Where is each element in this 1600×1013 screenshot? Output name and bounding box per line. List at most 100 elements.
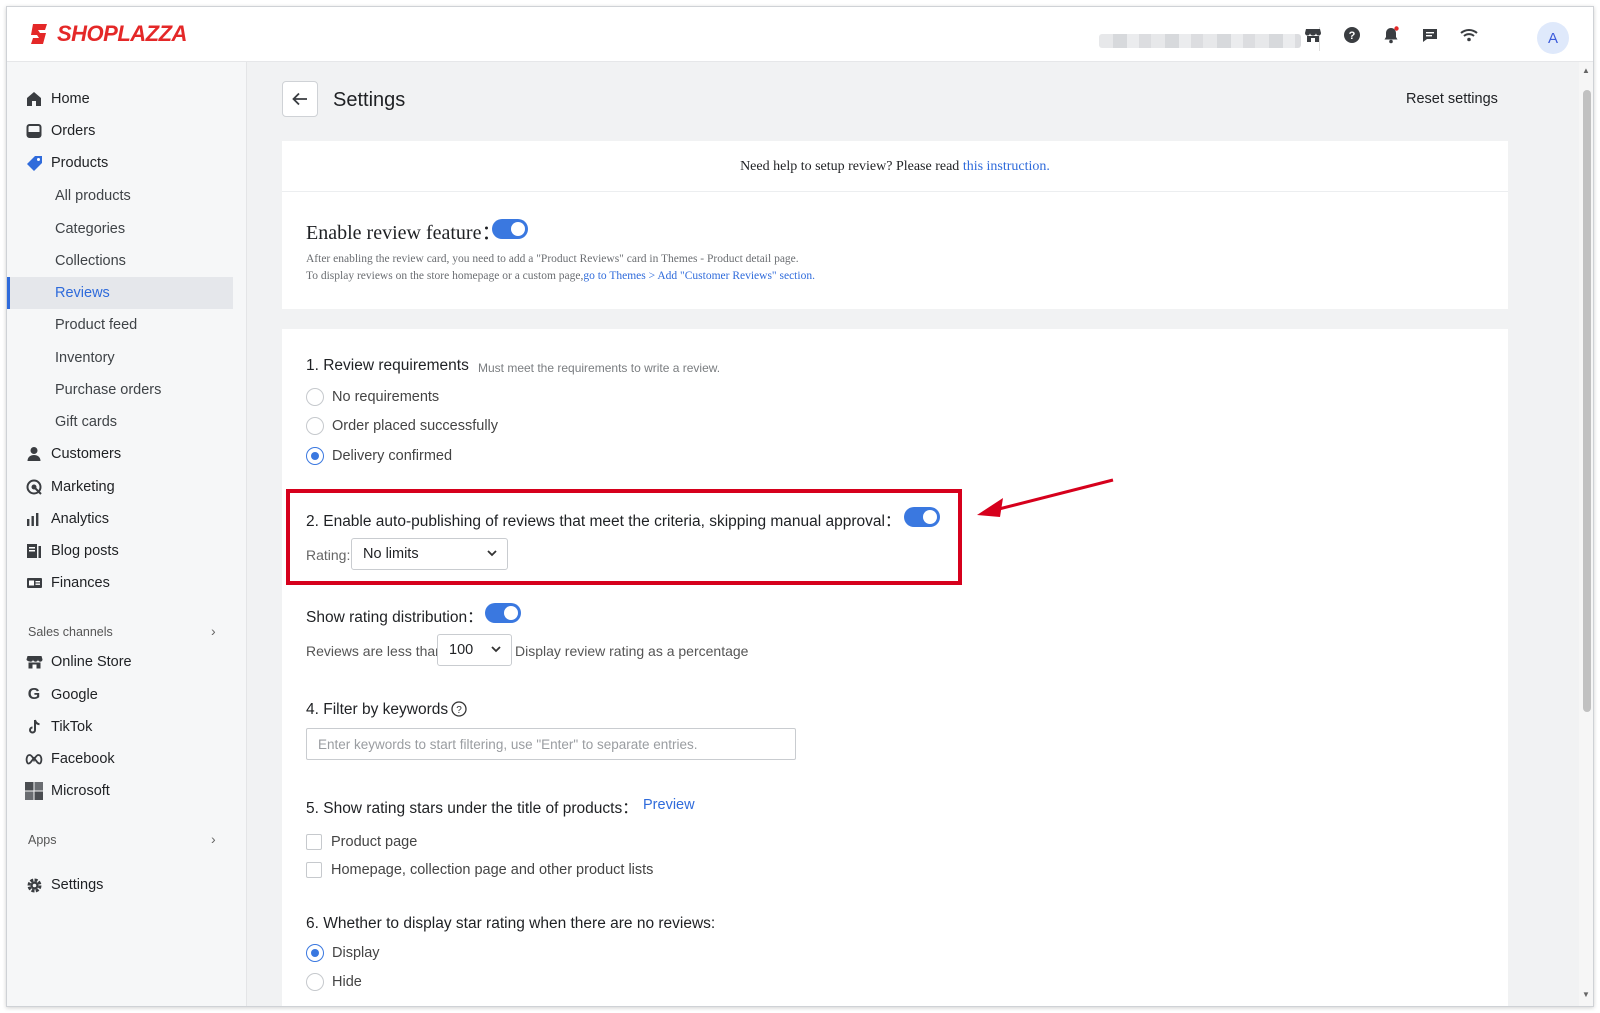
sidebar-item-online-store[interactable]: Online Store [7,646,233,678]
checkbox[interactable] [306,862,322,878]
shoplazza-logo[interactable]: SHOPLAZZA [29,21,187,47]
sidebar-item-label: Purchase orders [55,382,162,398]
microsoft-icon [25,782,43,800]
sidebar-item-label: Facebook [51,751,115,767]
sidebar-item-label: Orders [51,123,96,139]
sidebar-item-categories[interactable]: Categories [7,213,233,245]
distribution-threshold-select[interactable]: 100 [437,634,512,666]
radio-order-placed[interactable]: Order placed successfully [306,417,498,435]
sidebar-item-label: Online Store [51,654,132,670]
distribution-toggle[interactable] [485,603,521,623]
sidebar-item-google[interactable]: G Google [7,679,233,711]
question-circle-icon[interactable]: ? [451,701,467,717]
scroll-thumb[interactable] [1583,90,1591,712]
sidebar-item-label: Products [51,155,109,171]
page-scrollbar[interactable]: ▲ ▼ [1579,62,1593,1006]
sidebar-item-gift-cards[interactable]: Gift cards [7,406,233,438]
sidebar-item-blog-posts[interactable]: Blog posts [7,535,233,567]
sidebar-item-all-products[interactable]: All products [7,180,233,212]
app-window: SHOPLAZZA ? A Home Orders Products All p… [6,6,1594,1007]
sidebar-item-facebook[interactable]: Facebook [7,743,233,775]
sidebar-item-orders[interactable]: Orders [7,115,233,147]
checkbox-homepage-lists[interactable]: Homepage, collection page and other prod… [306,862,653,878]
page-title: Settings [333,89,406,111]
tiktok-icon [25,718,43,736]
sidebar-item-label: Blog posts [51,543,119,559]
wifi-icon[interactable] [1457,23,1481,47]
instruction-link[interactable]: this instruction. [963,159,1050,174]
sidebar-item-microsoft[interactable]: Microsoft [7,775,233,807]
enable-review-toggle[interactable] [492,219,528,239]
sidebar-item-label: Product feed [55,317,138,333]
radio-hide[interactable]: Hide [306,973,362,991]
checkbox-product-page[interactable]: Product page [306,834,417,850]
radio-label: Delivery confirmed [332,448,453,464]
sidebar-item-label: Collections [55,253,126,269]
main-content: Settings Reset settings Need help to set… [247,62,1593,1006]
tag-icon [25,154,43,172]
preview-link[interactable]: Preview [643,797,695,813]
review-settings-card: 1. Review requirements Must meet the req… [282,329,1508,1006]
bell-icon[interactable] [1379,23,1403,47]
scroll-down-icon[interactable]: ▼ [1582,990,1590,999]
sidebar-item-label: Marketing [51,479,115,495]
requirements-title: 1. Review requirements [306,357,469,374]
radio-button[interactable] [306,417,324,435]
sidebar-item-reviews[interactable]: Reviews [7,277,233,309]
meta-icon [25,750,43,768]
scroll-up-icon[interactable]: ▲ [1582,66,1590,75]
distribution-title: Show rating distribution： [306,609,483,626]
keywords-input[interactable] [306,728,796,760]
radio-no-requirements[interactable]: No requirements [306,388,439,406]
radio-delivery-confirmed[interactable]: Delivery confirmed [306,447,452,465]
store-name-blurred[interactable] [1099,34,1301,48]
radio-button[interactable] [306,388,324,406]
sidebar-item-purchase-orders[interactable]: Purchase orders [7,374,233,406]
radio-display[interactable]: Display [306,944,380,962]
enable-review-label: Enable review feature： [306,222,502,244]
sidebar-item-label: Microsoft [51,783,110,799]
distribution-threshold-value: 100 [449,642,474,658]
help-text: Need help to setup review? Please read [740,159,963,174]
blog-icon [25,542,43,560]
sidebar-item-label: Analytics [51,511,110,527]
sidebar-item-customers[interactable]: Customers [7,438,233,470]
sidebar-item-marketing[interactable]: Marketing [7,471,233,503]
sidebar-item-label: TikTok [51,719,93,735]
radio-button[interactable] [306,973,324,991]
enable-note-2-text: To display reviews on the store homepage… [306,270,584,282]
sidebar-item-finances[interactable]: Finances [7,567,233,599]
help-icon[interactable]: ? [1340,23,1364,47]
sidebar-item-home[interactable]: Home [7,83,233,115]
store-icon [25,653,43,671]
chevron-right-icon[interactable]: › [211,831,216,847]
finances-icon [25,574,43,592]
avatar[interactable]: A [1537,22,1569,54]
apps-heading: Apps [28,833,57,847]
radio-label: No requirements [332,389,440,405]
svg-text:?: ? [1349,30,1356,42]
sidebar-item-label: Gift cards [55,414,118,430]
chat-icon[interactable] [1418,23,1442,47]
sidebar-item-label: Customers [51,446,122,462]
checkbox-label: Homepage, collection page and other prod… [331,862,654,878]
radio-button-selected[interactable] [306,944,324,962]
checkbox[interactable] [306,834,322,850]
themes-link[interactable]: go to Themes > Add "Customer Reviews" se… [583,270,815,282]
sidebar-item-products[interactable]: Products [7,147,233,179]
sidebar-item-settings[interactable]: Settings [7,869,233,901]
sidebar-item-inventory[interactable]: Inventory [7,342,233,374]
store-icon[interactable] [1301,23,1325,47]
sidebar-item-tiktok[interactable]: TikTok [7,711,233,743]
reset-settings-button[interactable]: Reset settings [1406,91,1498,107]
radio-button-selected[interactable] [306,447,324,465]
sidebar-item-analytics[interactable]: Analytics [7,503,233,535]
sidebar-item-label: Categories [55,221,126,237]
chevron-right-icon[interactable]: › [211,623,216,639]
home-icon [25,90,43,108]
sidebar-item-collections[interactable]: Collections [7,245,233,277]
sidebar-item-product-feed[interactable]: Product feed [7,309,233,341]
enable-note-1: After enabling the review card, you need… [306,253,799,265]
annotation-arrow-icon [977,478,1114,517]
back-button[interactable] [282,81,318,117]
